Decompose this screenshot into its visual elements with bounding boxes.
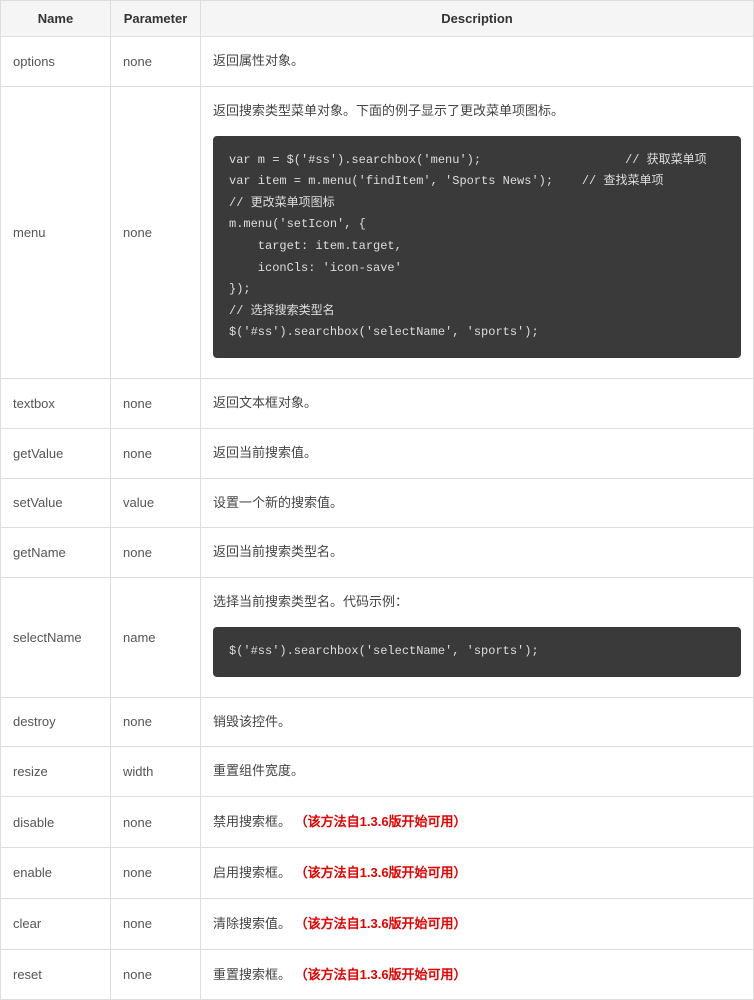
description-text: 清除搜索值。 <box>213 916 291 931</box>
cell-parameter: none <box>111 37 201 87</box>
description-text: 禁用搜索框。 <box>213 814 291 829</box>
cell-parameter: none <box>111 898 201 949</box>
version-note: （该方法自1.3.6版开始可用） <box>295 967 467 982</box>
cell-description: 返回当前搜索值。 <box>201 428 754 478</box>
description-text: 返回当前搜索值。 <box>213 445 317 460</box>
cell-name: getValue <box>1 428 111 478</box>
description-text: 设置一个新的搜索值。 <box>213 495 343 510</box>
cell-description: 返回文本框对象。 <box>201 378 754 428</box>
cell-parameter: none <box>111 697 201 747</box>
cell-name: disable <box>1 797 111 848</box>
cell-parameter: none <box>111 378 201 428</box>
description-text: 重置组件宽度。 <box>213 763 304 778</box>
code-block: var m = $('#ss').searchbox('menu'); // 获… <box>213 136 741 358</box>
description-text: 选择当前搜索类型名。代码示例： <box>213 594 408 609</box>
cell-parameter: none <box>111 528 201 578</box>
cell-name: setValue <box>1 478 111 528</box>
cell-parameter: none <box>111 428 201 478</box>
header-description: Description <box>201 1 754 37</box>
cell-name: options <box>1 37 111 87</box>
cell-name: enable <box>1 847 111 898</box>
table-row: getNamenone 返回当前搜索类型名。 <box>1 528 754 578</box>
cell-parameter: none <box>111 797 201 848</box>
table-row: resizewidth 重置组件宽度。 <box>1 747 754 797</box>
cell-description: 返回属性对象。 <box>201 37 754 87</box>
version-note: （该方法自1.3.6版开始可用） <box>295 865 467 880</box>
cell-parameter: name <box>111 578 201 697</box>
table-row: selectNamename 选择当前搜索类型名。代码示例： $('#ss').se… <box>1 578 754 697</box>
cell-name: menu <box>1 86 111 378</box>
cell-description: 设置一个新的搜索值。 <box>201 478 754 528</box>
cell-name: clear <box>1 898 111 949</box>
code-block: $('#ss').searchbox('selectName', 'sports… <box>213 627 741 677</box>
description-text: 返回搜索类型菜单对象。下面的例子显示了更改菜单项图标。 <box>213 103 564 118</box>
table-row: destroynone 销毁该控件。 <box>1 697 754 747</box>
description-text: 返回当前搜索类型名。 <box>213 544 343 559</box>
cell-description: 返回当前搜索类型名。 <box>201 528 754 578</box>
table-row: resetnone重置搜索框。 （该方法自1.3.6版开始可用） <box>1 949 754 1000</box>
header-parameter: Parameter <box>111 1 201 37</box>
cell-parameter: none <box>111 86 201 378</box>
table-body: optionsnone返回属性对象。menunone返回搜索类型菜单对象。下面的… <box>1 37 754 1000</box>
header-name: Name <box>1 1 111 37</box>
description-text: 启用搜索框。 <box>213 865 291 880</box>
cell-parameter: none <box>111 949 201 1000</box>
table-row: setValuevalue 设置一个新的搜索值。 <box>1 478 754 528</box>
cell-description: 重置组件宽度。 <box>201 747 754 797</box>
cell-name: destroy <box>1 697 111 747</box>
description-text: 重置搜索框。 <box>213 967 291 982</box>
table-row: menunone 返回搜索类型菜单对象。下面的例子显示了更改菜单项图标。 var m… <box>1 86 754 378</box>
cell-description: 销毁该控件。 <box>201 697 754 747</box>
table-row: optionsnone 返回属性对象。 <box>1 37 754 87</box>
table-row: disablenone禁用搜索框。 （该方法自1.3.6版开始可用） <box>1 797 754 848</box>
cell-name: reset <box>1 949 111 1000</box>
table-row: textboxnone 返回文本框对象。 <box>1 378 754 428</box>
description-text: 返回文本框对象。 <box>213 395 317 410</box>
cell-name: selectName <box>1 578 111 697</box>
description-text: 销毁该控件。 <box>213 714 291 729</box>
table-row: clearnone清除搜索值。 （该方法自1.3.6版开始可用） <box>1 898 754 949</box>
version-note: （该方法自1.3.6版开始可用） <box>295 814 467 829</box>
table-row: getValuenone 返回当前搜索值。 <box>1 428 754 478</box>
cell-parameter: width <box>111 747 201 797</box>
version-note: （该方法自1.3.6版开始可用） <box>295 916 467 931</box>
cell-description: 清除搜索值。 （该方法自1.3.6版开始可用） <box>201 898 754 949</box>
methods-table: Name Parameter Description optionsnone返回… <box>0 0 754 1000</box>
cell-parameter: none <box>111 847 201 898</box>
cell-name: textbox <box>1 378 111 428</box>
cell-description: 选择当前搜索类型名。代码示例： $('#ss').searchbox('selec… <box>201 578 754 697</box>
cell-name: getName <box>1 528 111 578</box>
cell-name: resize <box>1 747 111 797</box>
cell-description: 返回搜索类型菜单对象。下面的例子显示了更改菜单项图标。 var m = $('#s… <box>201 86 754 378</box>
description-text: 返回属性对象。 <box>213 53 304 68</box>
cell-description: 重置搜索框。 （该方法自1.3.6版开始可用） <box>201 949 754 1000</box>
cell-parameter: value <box>111 478 201 528</box>
table-row: enablenone启用搜索框。 （该方法自1.3.6版开始可用） <box>1 847 754 898</box>
table-header-row: Name Parameter Description <box>1 1 754 37</box>
cell-description: 禁用搜索框。 （该方法自1.3.6版开始可用） <box>201 797 754 848</box>
cell-description: 启用搜索框。 （该方法自1.3.6版开始可用） <box>201 847 754 898</box>
